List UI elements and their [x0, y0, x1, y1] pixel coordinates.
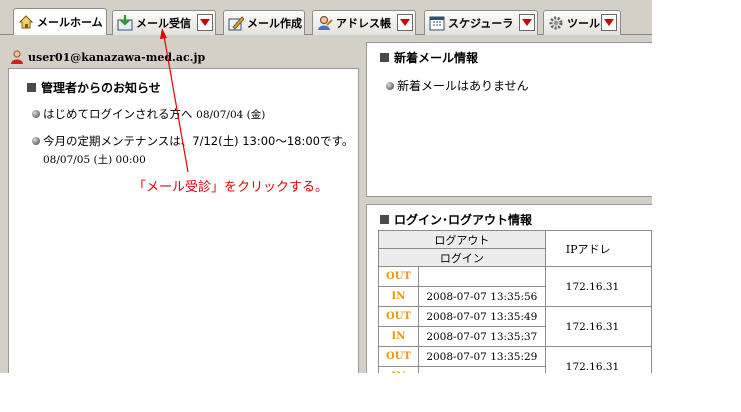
tab-mail-home[interactable]: メールホーム	[13, 8, 107, 35]
annotation-text: 「メール受診」をクリックする。	[133, 180, 329, 195]
tab-label: メールホーム	[37, 16, 103, 29]
home-icon	[18, 14, 34, 30]
mail-app-window: メールホーム メール受信 メール作成 アドレス帳 スケジューラ ツール user…	[0, 0, 652, 373]
